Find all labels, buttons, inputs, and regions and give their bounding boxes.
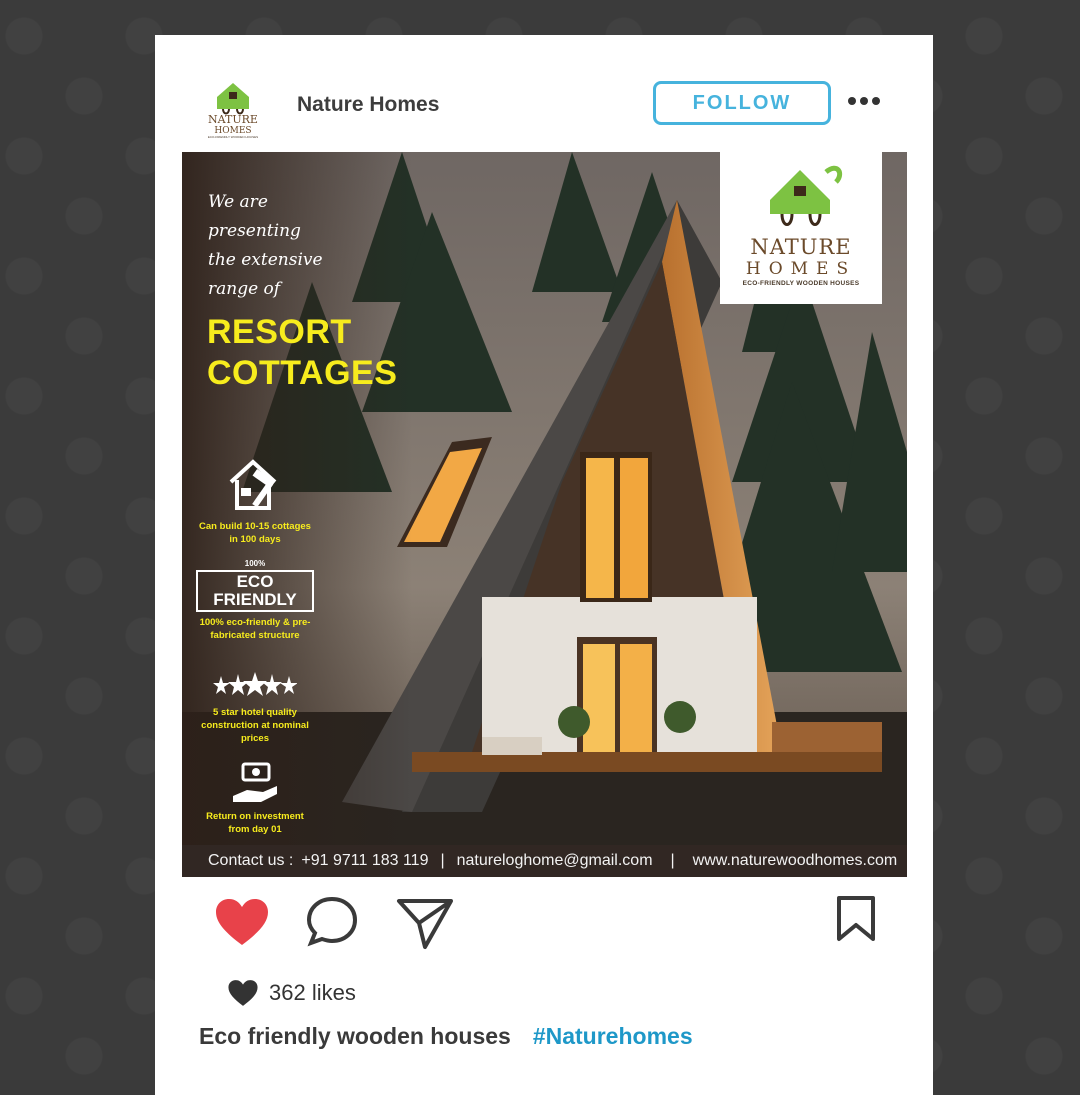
contact-bar: Contact us : +91 9711 183 119 | naturelo…: [182, 845, 907, 877]
svg-text:ECO-FRIENDLY WOODEN HOUSES: ECO-FRIENDLY WOODEN HOUSES: [208, 135, 258, 139]
account-name[interactable]: Nature Homes: [297, 93, 439, 117]
bookmark-icon[interactable]: [835, 895, 877, 943]
feature-text: 5 star hotel quality construction at nom…: [201, 707, 309, 744]
contact-website: www.naturewoodhomes.com: [692, 852, 898, 869]
tagline-line: presenting: [208, 221, 301, 241]
like-heart-icon[interactable]: [214, 897, 270, 947]
brand-name-line2: HOMES: [745, 259, 857, 279]
tagline-line: the extensive: [208, 250, 323, 270]
likes-text: 362 likes: [269, 980, 356, 1005]
feature-quality: 5 star hotel quality construction at nom…: [196, 672, 314, 745]
brand-name-line1: NATURE: [750, 235, 852, 259]
headline: RESORT COTTAGES: [207, 312, 397, 394]
five-stars-icon: [213, 672, 297, 696]
share-send-icon[interactable]: [395, 895, 455, 951]
brand-tagline: ECO-FRIENDLY WOODEN HOUSES: [742, 280, 860, 287]
contact-email: natureloghome@gmail.com: [456, 852, 653, 869]
post-header: NATURE HOMES ECO-FRIENDLY WOODEN HOUSES …: [155, 35, 933, 152]
tagline-line: range of: [208, 279, 281, 299]
post-image[interactable]: We are presenting the extensive range of…: [182, 152, 907, 877]
eco-friendly-badge-icon: 100% ECO FRIENDLY: [196, 557, 314, 616]
feature-text: Return on investment from day 01: [206, 811, 304, 835]
feature-eco-friendly: 100% ECO FRIENDLY 100% eco-friendly & pr…: [196, 557, 314, 642]
feature-text: 100% eco-friendly & pre-fabricated struc…: [199, 617, 311, 641]
tagline: We are presenting the extensive range of: [208, 188, 358, 304]
nature-homes-logo-icon: NATURE HOMES ECO-FRIENDLY WOODEN HOUSES: [208, 83, 258, 139]
badge-top-text: 100%: [244, 559, 266, 568]
instagram-post-card: NATURE HOMES ECO-FRIENDLY WOODEN HOUSES …: [155, 35, 933, 1095]
feature-text: Can build 10-15 cottages in 100 days: [199, 521, 311, 545]
hashtag-link[interactable]: #Naturehomes: [533, 1023, 693, 1049]
post-actions: [155, 885, 933, 965]
contact-separator: |: [440, 852, 445, 869]
eco-badge: ECO FRIENDLY: [196, 570, 314, 612]
house-hammer-icon: [229, 459, 277, 510]
caption-text: Eco friendly wooden houses: [199, 1023, 511, 1049]
likes-heart-icon: [228, 980, 258, 1006]
money-hand-icon: [233, 762, 277, 802]
feature-roi: Return on investment from day 01: [196, 762, 314, 836]
headline-line: RESORT: [207, 313, 352, 351]
brand-logo-box: NATURE HOMES ECO-FRIENDLY WOODEN HOUSES: [720, 152, 882, 304]
headline-line: COTTAGES: [207, 354, 398, 392]
post-caption: Eco friendly wooden houses #Naturehomes: [199, 1023, 693, 1050]
follow-button[interactable]: FOLLOW: [653, 81, 831, 125]
tagline-line: We are: [208, 192, 268, 212]
svg-text:NATURE: NATURE: [208, 113, 258, 126]
brand-name: NATURE HOMES: [720, 236, 882, 280]
feature-build-speed: Can build 10-15 cottages in 100 days: [196, 452, 314, 546]
contact-phone: +91 9711 183 119: [301, 852, 429, 869]
avatar[interactable]: NATURE HOMES ECO-FRIENDLY WOODEN HOUSES: [199, 75, 267, 141]
brand-house-logo-icon: [770, 165, 843, 226]
comment-icon[interactable]: [305, 895, 359, 949]
more-options-icon[interactable]: [848, 95, 882, 107]
likes-count[interactable]: 362 likes: [227, 979, 356, 1007]
contact-label: Contact us :: [208, 852, 294, 869]
contact-separator: |: [670, 852, 675, 869]
